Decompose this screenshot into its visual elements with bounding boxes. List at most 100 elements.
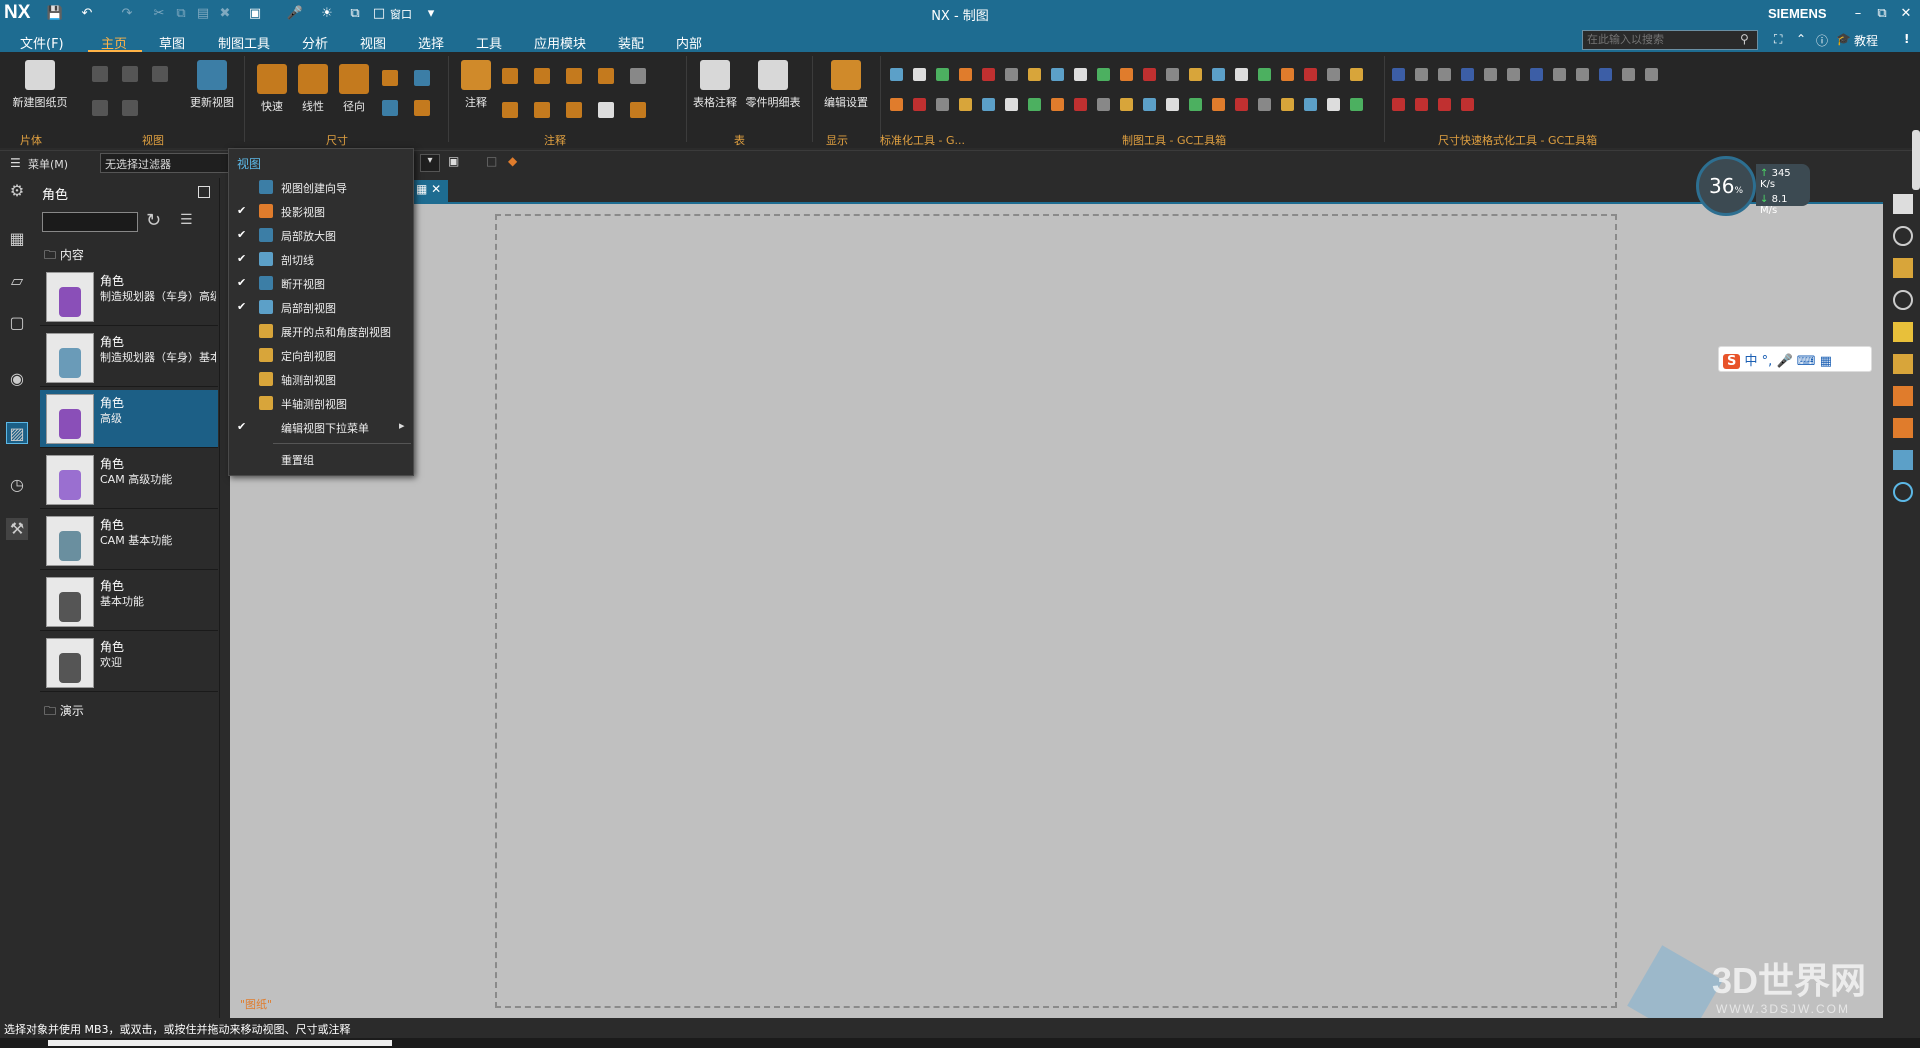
role-list-item[interactable]: 角色 CAM 基本功能 (40, 512, 218, 570)
gc-tool-icon[interactable] (1258, 68, 1271, 81)
dim-format-icon[interactable] (1438, 68, 1451, 81)
thickness-dimension-icon[interactable] (414, 100, 430, 116)
gc-tool-icon[interactable] (959, 98, 972, 111)
microphone-icon[interactable]: 🎤 (286, 5, 304, 23)
gc-tool-icon[interactable] (1327, 98, 1340, 111)
dim-format-icon[interactable] (1415, 98, 1428, 111)
dropdown-item[interactable]: ✔ 局部放大图 (229, 225, 413, 247)
refresh-icon[interactable]: ↻ (146, 210, 161, 231)
section-view-icon[interactable] (92, 100, 108, 116)
view-wizard-icon[interactable] (152, 66, 168, 82)
menu-analysis[interactable]: 分析 (302, 33, 328, 52)
quick-dimension-button[interactable]: 快速 (252, 64, 292, 114)
gc-tool-icon[interactable] (1189, 68, 1202, 81)
area-fill-icon[interactable] (598, 102, 614, 118)
touch-mode-icon[interactable]: ☀ (318, 5, 336, 23)
menu-select[interactable]: 选择 (418, 33, 444, 52)
gc-tool-icon[interactable] (1212, 98, 1225, 111)
gc-tool-icon[interactable] (890, 98, 903, 111)
drawing-tab[interactable]: ▦ ✕ (412, 180, 448, 202)
base-view-icon[interactable] (92, 66, 108, 82)
gc-tool-icon[interactable] (1235, 98, 1248, 111)
snap-icon[interactable]: ▣ (448, 154, 459, 168)
dropdown-item[interactable]: 半轴测剖视图 (229, 393, 413, 415)
minimize-button[interactable]: – (1846, 3, 1870, 25)
edit-settings-button[interactable]: 编辑设置 (818, 60, 874, 110)
dropdown-item[interactable]: ✔ 局部剖视图 (229, 297, 413, 319)
snap-point-icon[interactable]: □ (486, 154, 497, 168)
part-navigator-icon[interactable]: ▦ (6, 228, 28, 250)
dim-format-icon[interactable] (1507, 68, 1520, 81)
dropdown-item[interactable]: ✔ 断开视图 (229, 273, 413, 295)
chevron-down-icon[interactable]: ▾ (422, 5, 440, 23)
microphone-icon[interactable]: 🎤 (1776, 354, 1792, 369)
gc-tool-icon[interactable] (1143, 98, 1156, 111)
dropdown-item[interactable]: ✔ 编辑视图下拉菜单 ▸ (229, 417, 413, 439)
update-view-button[interactable]: 更新视图 (186, 60, 238, 110)
delete-icon[interactable]: ✖ (216, 5, 234, 23)
favorite-icon[interactable] (1893, 322, 1913, 342)
table-note-button[interactable]: 表格注释 (690, 60, 740, 110)
scrollbar[interactable] (1912, 130, 1920, 190)
gc-tool-icon[interactable] (890, 68, 903, 81)
search-input[interactable] (1582, 30, 1758, 50)
gc-tool-icon[interactable] (936, 98, 949, 111)
gc-tool-icon[interactable] (913, 68, 926, 81)
gc-tool-icon[interactable] (1097, 68, 1110, 81)
gc-tool-icon[interactable] (1028, 98, 1041, 111)
content-folder[interactable]: 🗀 内容 (44, 246, 84, 267)
gc-tool-icon[interactable] (1166, 98, 1179, 111)
assembly-navigator-icon[interactable]: ▱ (6, 270, 28, 292)
gc-tool-icon[interactable] (1120, 98, 1133, 111)
dropdown-item[interactable]: 轴测剖视图 (229, 369, 413, 391)
dim-format-icon[interactable] (1438, 98, 1451, 111)
role-list-item[interactable]: 角色 基本功能 (40, 573, 218, 631)
find-icon[interactable] (566, 68, 582, 84)
gc-tool-icon[interactable] (1005, 68, 1018, 81)
gc-tool-icon[interactable] (1304, 68, 1317, 81)
redo-icon[interactable]: ↷ (118, 5, 136, 23)
switch-window-icon[interactable]: ⧉ (346, 5, 364, 23)
gc-tool-icon[interactable] (1281, 68, 1294, 81)
filter-chevron-down-icon[interactable]: ▾ (420, 154, 440, 172)
gc-tool-icon[interactable] (1143, 68, 1156, 81)
angular-dimension-icon[interactable] (382, 70, 398, 86)
selection-filter-dropdown[interactable]: 无选择过滤器 (100, 153, 232, 173)
gc-tool-icon[interactable] (1304, 98, 1317, 111)
radial-dimension-button[interactable]: 径向 (334, 64, 374, 114)
role-list-item[interactable]: 角色 欢迎 (40, 634, 218, 692)
linear-dimension-button[interactable]: 线性 (293, 64, 333, 114)
gc-tool-icon[interactable] (1327, 68, 1340, 81)
cut-icon[interactable]: ✂ (150, 5, 168, 23)
gc-tool-icon[interactable] (1005, 98, 1018, 111)
list-view-icon[interactable]: ☰ (180, 212, 193, 228)
menu-drafting-tools[interactable]: 制图工具 (218, 33, 270, 52)
weld-symbol-icon[interactable] (566, 102, 582, 118)
menu-tools[interactable]: 工具 (476, 33, 502, 52)
gc-tool-icon[interactable] (982, 68, 995, 81)
tutorial-link[interactable]: 教程 (1854, 32, 1878, 49)
balloon-icon[interactable] (534, 102, 550, 118)
gc-tool-icon[interactable] (1350, 68, 1363, 81)
roles-icon[interactable]: ⚒ (6, 518, 28, 540)
alert-icon[interactable]: ! (1904, 32, 1909, 46)
maximize-icon[interactable] (198, 186, 210, 198)
palette-icon[interactable]: ▨ (6, 422, 28, 444)
menu-assembly[interactable]: 装配 (618, 33, 644, 52)
gc-tool-icon[interactable] (936, 68, 949, 81)
gc-tool-icon[interactable] (1235, 68, 1248, 81)
window-menu[interactable]: 窗口 (390, 6, 412, 22)
new-sheet-button[interactable]: 新建图纸页 (10, 60, 70, 110)
dropdown-item[interactable]: ✔ 剖切线 (229, 249, 413, 271)
datum-target-icon[interactable] (502, 102, 518, 118)
menu-sketch[interactable]: 草图 (159, 33, 185, 52)
gc-tool-icon[interactable] (1281, 98, 1294, 111)
collapse-ribbon-icon[interactable]: ⌃ (1796, 32, 1806, 46)
menu-application[interactable]: 应用模块 (534, 33, 586, 52)
dropdown-item[interactable]: 定向剖视图 (229, 345, 413, 367)
dim-format-icon[interactable] (1622, 68, 1635, 81)
gc-tool-icon[interactable] (1189, 98, 1202, 111)
menu-button[interactable]: 菜单(M) (28, 156, 68, 172)
gc-tool-icon[interactable] (959, 68, 972, 81)
dim-format-icon[interactable] (1645, 68, 1658, 81)
